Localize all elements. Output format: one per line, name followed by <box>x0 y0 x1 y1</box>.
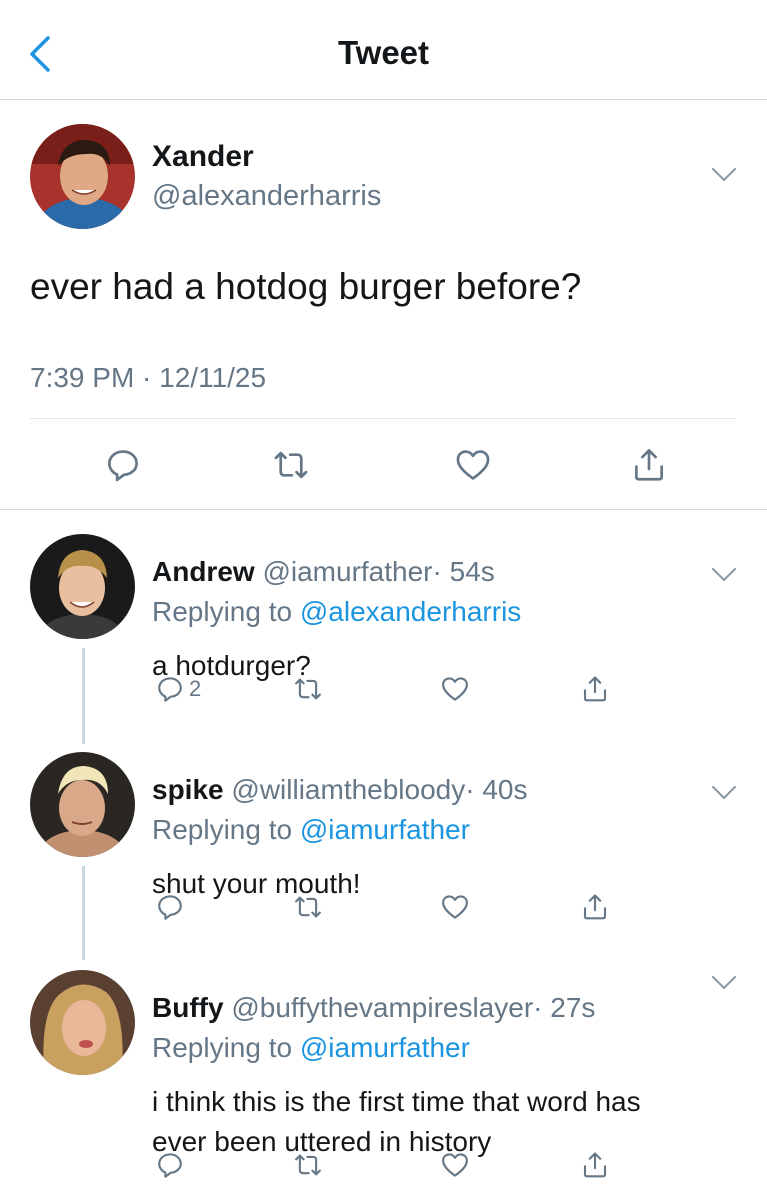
share-button[interactable] <box>580 674 610 704</box>
share-button[interactable] <box>580 1150 610 1180</box>
reply-icon <box>104 446 142 484</box>
reply-icon <box>155 1150 185 1180</box>
reply-icon <box>155 674 185 704</box>
main-tweet: Xander @alexanderharris ever had a hotdo… <box>0 100 767 510</box>
retweet-icon <box>293 1150 323 1180</box>
avatar[interactable] <box>30 124 135 229</box>
replying-to: Replying to @alexanderharris <box>152 596 521 628</box>
share-button[interactable] <box>580 892 610 922</box>
replying-to-label: Replying to <box>152 814 293 845</box>
reply-text-line: i think this is the first time that word… <box>152 1086 641 1117</box>
reply-header: Buffy @buffythevampireslayer· 27s <box>152 992 595 1024</box>
chevron-down-icon[interactable] <box>710 166 738 184</box>
share-button[interactable] <box>630 446 668 484</box>
reply-button[interactable] <box>155 1150 185 1180</box>
reply-tweet: spike @williamthebloody· 40s Replying to… <box>0 752 767 962</box>
tweet-text: ever had a hotdog burger before? <box>30 266 582 307</box>
reply-author-name[interactable]: Andrew <box>152 556 255 587</box>
like-icon <box>440 1150 470 1180</box>
reply-tweet: Buffy @buffythevampireslayer· 27s Replyi… <box>0 970 767 1200</box>
chevron-down-icon[interactable] <box>710 566 738 584</box>
reply-author-name[interactable]: Buffy <box>152 992 224 1023</box>
retweet-button[interactable] <box>293 892 323 922</box>
reply-age: · 27s <box>533 992 596 1023</box>
avatar[interactable] <box>30 752 135 857</box>
replying-to-link[interactable]: @alexanderharris <box>300 596 521 627</box>
share-icon <box>580 674 610 704</box>
avatar[interactable] <box>30 534 135 639</box>
replying-to-label: Replying to <box>152 596 293 627</box>
avatar[interactable] <box>30 970 135 1075</box>
retweet-button[interactable] <box>293 674 323 704</box>
reply-button[interactable] <box>155 892 185 922</box>
retweet-button[interactable] <box>272 446 310 484</box>
like-icon <box>440 892 470 922</box>
reply-age: · 40s <box>465 774 528 805</box>
divider <box>30 418 736 419</box>
reply-header: Andrew @iamurfather· 54s <box>152 556 495 588</box>
retweet-icon <box>293 674 323 704</box>
reply-author-handle[interactable]: @williamthebloody <box>231 774 465 805</box>
replying-to: Replying to @iamurfather <box>152 814 470 846</box>
top-bar: Tweet <box>0 0 767 100</box>
replying-to-link[interactable]: @iamurfather <box>300 1032 470 1063</box>
like-icon <box>440 674 470 704</box>
reply-text-line: ever been uttered in history <box>152 1126 492 1157</box>
reply-author-handle[interactable]: @iamurfather <box>262 556 432 587</box>
chevron-down-icon[interactable] <box>710 974 738 992</box>
tweet-timestamp: 7:39 PM · 12/11/25 <box>30 362 267 393</box>
reply-author-name[interactable]: spike <box>152 774 224 805</box>
reply-header: spike @williamthebloody· 40s <box>152 774 528 806</box>
reply-button[interactable] <box>104 446 142 484</box>
author-name[interactable]: Xander <box>152 140 254 174</box>
like-button[interactable] <box>440 892 470 922</box>
reply-text: i think this is the first time that word… <box>152 1082 641 1162</box>
retweet-icon <box>293 892 323 922</box>
retweet-button[interactable] <box>293 1150 323 1180</box>
share-icon <box>580 1150 610 1180</box>
reply-tweet: Andrew @iamurfather· 54s Replying to @al… <box>0 534 767 744</box>
reply-button[interactable]: 2 <box>155 674 201 704</box>
like-button[interactable] <box>440 1150 470 1180</box>
reply-icon <box>155 892 185 922</box>
share-icon <box>630 446 668 484</box>
replying-to-label: Replying to <box>152 1032 293 1063</box>
like-button[interactable] <box>454 446 492 484</box>
like-button[interactable] <box>440 674 470 704</box>
share-icon <box>580 892 610 922</box>
reply-age: · 54s <box>432 556 495 587</box>
replying-to: Replying to @iamurfather <box>152 1032 470 1064</box>
retweet-icon <box>272 446 310 484</box>
page-title: Tweet <box>337 34 430 71</box>
chevron-down-icon[interactable] <box>710 784 738 802</box>
reply-count: 2 <box>189 676 202 701</box>
author-handle[interactable]: @alexanderharris <box>152 180 381 213</box>
like-icon <box>454 446 492 484</box>
reply-author-handle[interactable]: @buffythevampireslayer <box>231 992 533 1023</box>
replying-to-link[interactable]: @iamurfather <box>300 814 470 845</box>
